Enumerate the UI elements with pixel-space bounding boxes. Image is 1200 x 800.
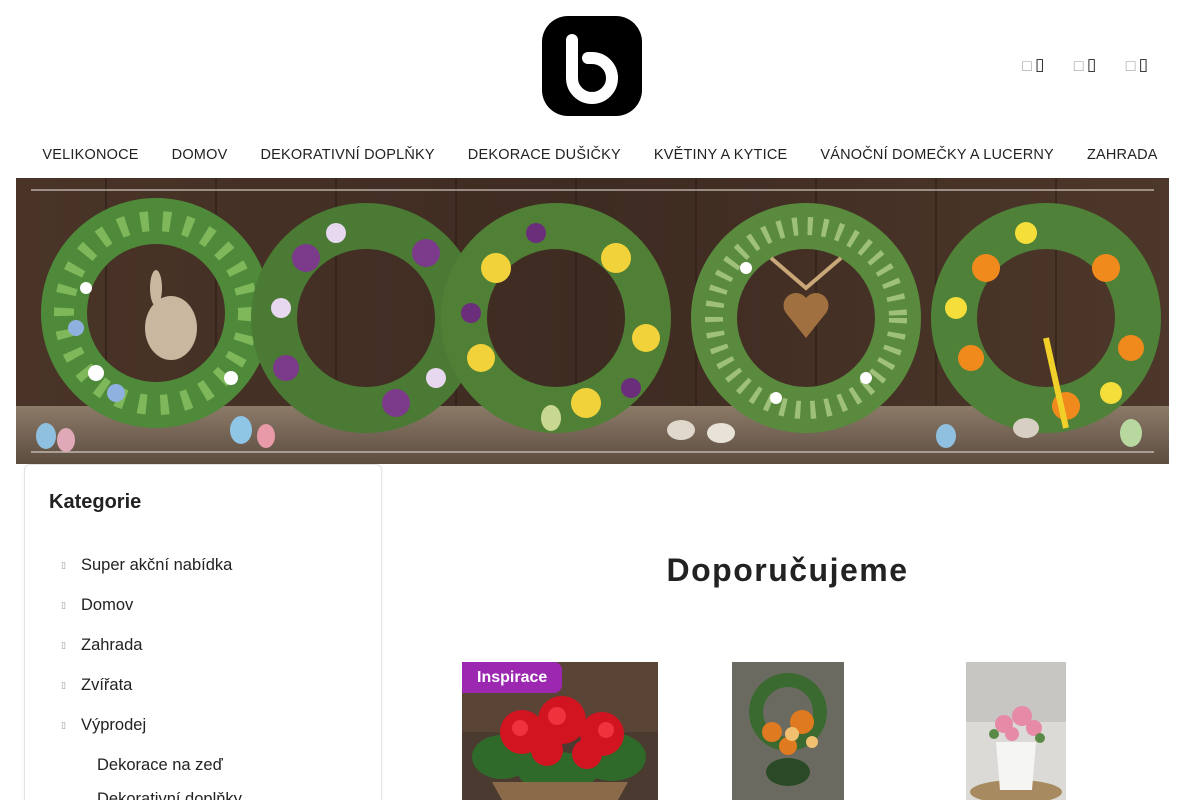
main-navigation: VELIKONOCE DOMOV DEKORATIVNÍ DOPLŇKY DEK… <box>0 132 1200 178</box>
product-image <box>732 662 844 800</box>
user-icon: ◻ <box>1072 57 1085 74</box>
category-super-akcni-nabidka[interactable]: ▯ Super akční nabídka <box>61 545 232 585</box>
product-badge: Inspirace <box>462 662 563 693</box>
nav-item-vanocni-domecky[interactable]: VÁNOČNÍ DOMEČKY A LUCERNY <box>804 147 1071 163</box>
cart-icon: ◻ <box>1124 57 1137 74</box>
search-button[interactable]: ◻ ▯ <box>1021 55 1045 75</box>
category-sidebar: Kategorie ▯ Super akční nabídka ▯ Domov … <box>24 464 382 800</box>
cart-button[interactable]: ◻ ▯ <box>1124 55 1148 75</box>
product-card-vase[interactable] <box>966 662 1066 800</box>
nav-item-dekorativni-doplnky[interactable]: DEKORATIVNÍ DOPLŇKY <box>244 147 451 163</box>
nav-item-velikonoce[interactable]: VELIKONOCE <box>26 147 155 163</box>
category-zahrada[interactable]: ▯ Zahrada <box>61 625 232 665</box>
chevron-down-icon: ▯ <box>61 719 66 730</box>
chevron-right-icon: ▯ <box>61 599 66 610</box>
header: ◻ ▯ ◻ ▯ ◻ ▯ <box>0 0 1200 130</box>
nav-item-domov[interactable]: DOMOV <box>155 147 244 163</box>
nav-item-kvetiny-a-kytice[interactable]: KVĚTINY A KYTICE <box>637 147 803 163</box>
logo[interactable] <box>542 16 642 116</box>
product-image <box>966 662 1066 800</box>
product-card-wreath[interactable] <box>732 662 844 800</box>
sidebar-title: Kategorie <box>49 491 142 513</box>
brand-b-logo-icon <box>566 34 618 104</box>
chevron-right-icon: ▯ <box>61 679 66 690</box>
category-zvirata[interactable]: ▯ Zvířata <box>61 665 232 705</box>
nav-item-dekorace-dusicky[interactable]: DEKORACE DUŠIČKY <box>451 147 637 163</box>
section-title: Doporučujeme <box>666 552 909 588</box>
chevron-right-icon: ▯ <box>61 639 66 650</box>
category-list: ▯ Super akční nabídka ▯ Domov ▯ Zahrada … <box>61 545 232 745</box>
header-icons: ◻ ▯ ◻ ▯ ◻ ▯ <box>1021 55 1148 75</box>
hero-banner[interactable] <box>16 178 1169 464</box>
subcategory-dekorativni-doplnky[interactable]: Dekorativní doplňky <box>97 782 242 800</box>
account-button[interactable]: ◻ ▯ <box>1072 55 1096 75</box>
nav-item-zahrada[interactable]: ZAHRADA <box>1070 147 1174 163</box>
subcategory-list: Dekorace na zeď Dekorativní doplňky <box>97 748 242 800</box>
chevron-right-icon: ▯ <box>61 559 66 570</box>
category-vyprodej[interactable]: ▯ Výprodej <box>61 705 232 745</box>
category-domov[interactable]: ▯ Domov <box>61 585 232 625</box>
subcategory-dekorace-na-zed[interactable]: Dekorace na zeď <box>97 748 242 782</box>
easter-wreaths-image <box>16 178 1169 464</box>
search-icon: ◻ <box>1020 57 1034 74</box>
